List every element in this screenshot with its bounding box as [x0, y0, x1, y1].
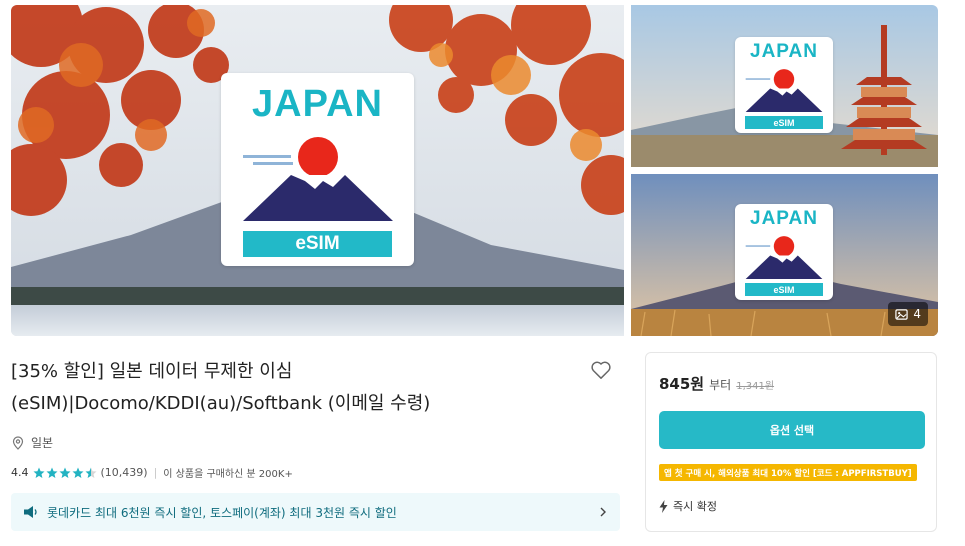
esim-band: eSIM: [745, 116, 823, 129]
thumbnail-photo-2[interactable]: JAPAN eSIM 4: [631, 174, 938, 336]
instant-confirm: 즉시 확정: [659, 498, 717, 514]
star-icon: [33, 467, 44, 478]
half-star-icon: [85, 467, 96, 478]
divider: |: [153, 466, 158, 479]
promo-text: 롯데카드 최대 6천원 즉시 할인, 토스페이(계좌) 최대 3천원 즉시 할인: [47, 505, 397, 520]
image-icon: [895, 308, 909, 320]
original-price: 1,341원: [736, 381, 775, 392]
photo-count-label: 4: [913, 307, 921, 321]
product-title-line-2: (eSIM)|Docomo/KDDI(au)/Softbank (이메일 수령): [11, 393, 431, 414]
product-title-line-1: [35% 할인] 일본 데이터 무제한 이심: [11, 361, 293, 382]
rating-stars: [33, 467, 97, 479]
instant-confirm-label: 즉시 확정: [673, 500, 717, 513]
fuji-sun-icon: [745, 69, 823, 112]
fuji-sun-icon: [745, 236, 823, 279]
rating-row: 4.4 (10,439) | 이 상품을 구매하신 분 200K+: [11, 465, 293, 480]
promo-banner[interactable]: 롯데카드 최대 6천원 즉시 할인, 토스페이(계좌) 최대 3천원 즉시 할인: [11, 493, 620, 531]
booking-panel: 845원 부터 1,341원 옵션 선택 앱 첫 구매 시, 해외상품 최대 1…: [645, 352, 937, 532]
price-suffix: 부터: [709, 378, 732, 392]
thumbnail-photo-1[interactable]: JAPAN eSIM: [631, 5, 938, 167]
location-label: 일본: [31, 436, 54, 450]
lightning-icon: [659, 499, 668, 513]
star-icon: [72, 467, 83, 478]
star-icon: [59, 467, 70, 478]
card-brand-text: JAPAN: [750, 41, 818, 62]
megaphone-icon: [24, 506, 37, 518]
product-title: [35% 할인] 일본 데이터 무제한 이심 (eSIM)|Docomo/KDD…: [11, 356, 571, 420]
purchase-info: 이 상품을 구매하신 분 200K+: [163, 469, 293, 480]
rating-value: 4.4: [11, 466, 29, 479]
location-pin-icon: [12, 435, 24, 450]
sale-price: 845원: [659, 375, 705, 393]
esim-logo-card: JAPAN eSIM: [735, 37, 833, 133]
esim-band: eSIM: [745, 283, 823, 296]
esim-logo-card: JAPAN eSIM: [735, 204, 833, 300]
chevron-right-icon: [600, 507, 606, 517]
fuji-sun-icon: [243, 137, 393, 221]
esim-logo-card: JAPAN eSIM: [221, 73, 414, 266]
price-row: 845원 부터 1,341원: [659, 373, 774, 394]
card-brand-text: JAPAN: [750, 208, 818, 229]
location: 일본: [11, 434, 53, 451]
coupon-badge: 앱 첫 구매 시, 해외상품 최대 10% 할인 [코드 : APPFIRSTB…: [659, 464, 917, 481]
select-option-button[interactable]: 옵션 선택: [659, 411, 925, 449]
star-icon: [46, 467, 57, 478]
esim-band: eSIM: [243, 231, 392, 257]
review-count-link[interactable]: (10,439): [101, 466, 148, 479]
main-photo[interactable]: JAPAN eSIM: [11, 5, 624, 336]
heart-icon[interactable]: [590, 360, 612, 380]
card-brand-text: JAPAN: [252, 83, 383, 125]
photo-count-button[interactable]: 4: [888, 302, 928, 326]
photo-gallery: JAPAN eSIM JAPAN eSIM JAPAN eSIM 4: [11, 5, 938, 336]
